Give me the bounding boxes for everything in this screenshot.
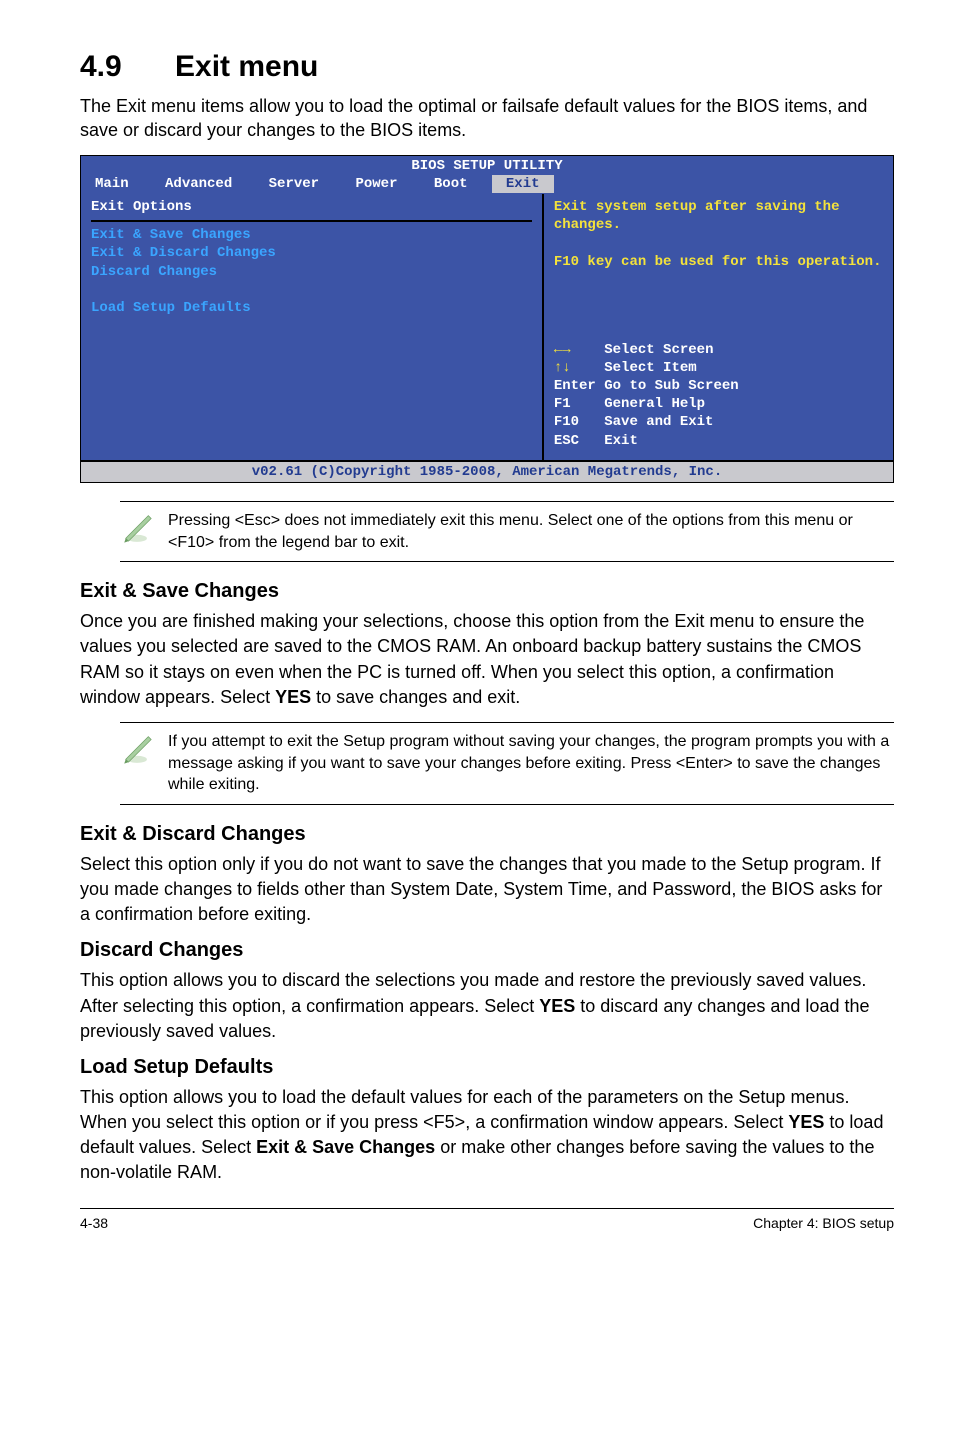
nav-select-item: Select Item: [571, 360, 697, 376]
section-title: Load Setup Defaults: [80, 1056, 894, 1079]
bios-title: BIOS SETUP UTILITY: [81, 156, 893, 175]
heading-text: Exit menu: [175, 50, 318, 83]
pencil-icon: [120, 510, 154, 544]
tab-exit: Exit: [492, 175, 554, 193]
opt-discard: Discard Changes: [91, 263, 532, 281]
nav-esc: ESC Exit: [554, 432, 883, 450]
bold: YES: [788, 1112, 824, 1132]
nav-enter: Enter Go to Sub Screen: [554, 377, 883, 395]
text: to save changes and exit.: [311, 687, 520, 707]
help-text-1: Exit system setup after saving the chang…: [554, 198, 883, 234]
section-body: This option allows you to load the defau…: [80, 1085, 894, 1186]
arrows-ud-icon: ↑↓: [554, 360, 571, 376]
section-body: Once you are finished making your select…: [80, 609, 894, 710]
bios-screenshot: BIOS SETUP UTILITY Main Advanced Server …: [80, 155, 894, 483]
tab-server: Server: [255, 175, 333, 193]
spacer: [554, 271, 883, 341]
note-box: Pressing <Esc> does not immediately exit…: [120, 501, 894, 562]
page-footer: 4-38 Chapter 4: BIOS setup: [80, 1208, 894, 1231]
note-box: If you attempt to exit the Setup program…: [120, 722, 894, 805]
divider: [91, 220, 532, 222]
bios-footer: v02.61 (C)Copyright 1985-2008, American …: [81, 460, 893, 482]
section-body: This option allows you to discard the se…: [80, 968, 894, 1044]
chapter-label: Chapter 4: BIOS setup: [753, 1215, 894, 1231]
bios-tab-bar: Main Advanced Server Power Boot Exit: [81, 175, 893, 194]
nav-select-screen: Select Screen: [571, 342, 714, 358]
tab-power: Power: [341, 175, 411, 193]
section-title: Exit & Save Changes: [80, 580, 894, 603]
note-icon: [120, 510, 168, 549]
note-text: Pressing <Esc> does not immediately exit…: [168, 510, 894, 553]
pencil-icon: [120, 731, 154, 765]
tab-boot: Boot: [420, 175, 482, 193]
bold: Exit & Save Changes: [256, 1137, 435, 1157]
arrows-lr-icon: ←→: [554, 342, 571, 358]
bios-body: Exit Options Exit & Save Changes Exit & …: [81, 194, 893, 460]
nav-f1: F1 General Help: [554, 395, 883, 413]
page-title: 4.9Exit menu: [80, 50, 894, 84]
tab-main: Main: [81, 175, 143, 193]
section-body: Select this option only if you do not wa…: [80, 852, 894, 928]
bold: YES: [275, 687, 311, 707]
help-text-2: F10 key can be used for this operation.: [554, 253, 883, 271]
opt-load-defaults: Load Setup Defaults: [91, 299, 532, 317]
note-icon: [120, 731, 168, 770]
exit-options-heading: Exit Options: [91, 198, 532, 216]
section-title: Exit & Discard Changes: [80, 823, 894, 846]
text: This option allows you to load the defau…: [80, 1087, 849, 1132]
bios-left-panel: Exit Options Exit & Save Changes Exit & …: [81, 194, 544, 460]
bold: YES: [539, 996, 575, 1016]
opt-exit-save: Exit & Save Changes: [91, 226, 532, 244]
section-title: Discard Changes: [80, 939, 894, 962]
nav-line: ←→ Select Screen: [554, 341, 883, 359]
tab-advanced: Advanced: [151, 175, 246, 193]
heading-number: 4.9: [80, 50, 175, 84]
opt-exit-discard: Exit & Discard Changes: [91, 244, 532, 262]
intro-text: The Exit menu items allow you to load th…: [80, 94, 894, 143]
note-text: If you attempt to exit the Setup program…: [168, 731, 894, 796]
nav-line: ↑↓ Select Item: [554, 359, 883, 377]
page-number: 4-38: [80, 1215, 108, 1231]
nav-f10: F10 Save and Exit: [554, 413, 883, 431]
bios-right-panel: Exit system setup after saving the chang…: [544, 194, 893, 460]
